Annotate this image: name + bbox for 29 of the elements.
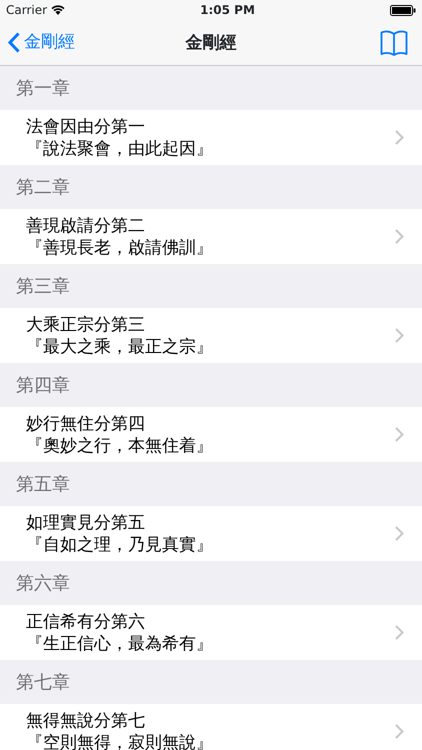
chapter-row[interactable]: 無得無說分第七 『空則無得，寂則無說』 xyxy=(0,704,422,750)
chapter-heading: 第六章 xyxy=(16,572,70,596)
chapter-row[interactable]: 妙行無住分第四 『奧妙之行，本無住着』 xyxy=(0,407,422,462)
chapter-heading: 第五章 xyxy=(16,472,70,496)
chevron-right-icon xyxy=(395,130,404,145)
chevron-right-icon xyxy=(395,328,404,343)
carrier-label: Carrier xyxy=(6,2,48,19)
chevron-right-icon xyxy=(395,724,404,739)
chevron-right-icon xyxy=(395,229,404,244)
chapter-heading: 第三章 xyxy=(16,274,70,298)
wifi-icon xyxy=(51,5,66,15)
chevron-right-icon xyxy=(395,625,404,640)
chapter-row[interactable]: 正信希有分第六 『生正信心，最為希有』 xyxy=(0,605,422,660)
back-chevron-icon xyxy=(8,32,20,53)
chapter-row[interactable]: 法會因由分第一 『說法聚會，由此起因』 xyxy=(0,110,422,165)
status-time: 1:05 PM xyxy=(200,2,255,19)
battery-icon xyxy=(390,4,416,16)
screen-title: 金剛經 xyxy=(186,32,236,53)
back-button[interactable]: 金剛經 xyxy=(8,30,75,56)
chapter-heading: 第一章 xyxy=(16,76,70,100)
chapter-row[interactable]: 大乘正宗分第三 『最大之乘，最正之宗』 xyxy=(0,308,422,363)
chevron-right-icon xyxy=(395,427,404,442)
chapter-heading: 第二章 xyxy=(16,176,70,200)
chapter-heading: 第七章 xyxy=(16,670,70,694)
chevron-right-icon xyxy=(395,526,404,541)
chapter-row[interactable]: 如理實見分第五 『自如之理，乃見真實』 xyxy=(0,506,422,561)
book-icon[interactable] xyxy=(380,30,408,56)
chapter-heading: 第四章 xyxy=(16,374,70,398)
chapter-row[interactable]: 善現啟請分第二 『善現長老，啟請佛訓』 xyxy=(0,209,422,264)
